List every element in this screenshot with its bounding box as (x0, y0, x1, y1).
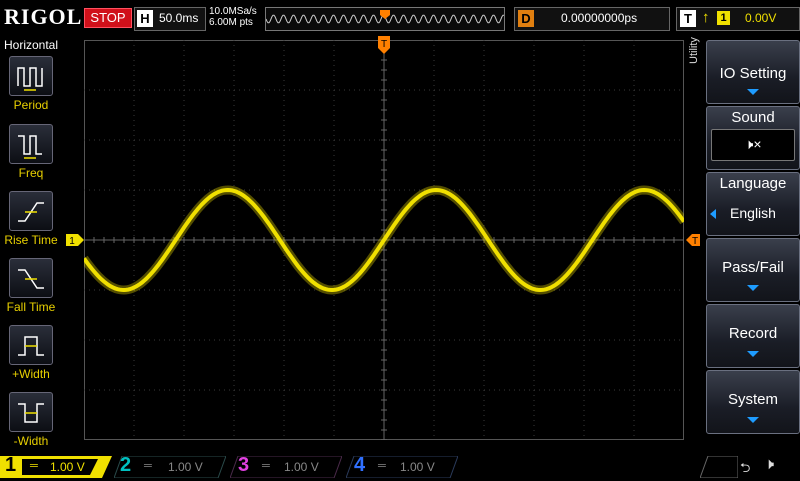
utility-softkey-panel: IO Setting Sound 🕨× Language English Pas… (702, 36, 800, 442)
measure-positive-width-button[interactable] (9, 325, 53, 365)
io-setting-expand-icon (747, 89, 759, 95)
system-expand-icon (747, 417, 759, 423)
speaker-muted-icon: 🕨 (764, 456, 775, 473)
rising-edge-icon: ↑ (702, 9, 710, 26)
utility-menu-title: Utility (688, 37, 700, 64)
sample-rate: 10.0MSa/s (209, 6, 257, 17)
channel3-scale: 1.00 V (284, 460, 319, 474)
measure-freq-label: Freq (18, 166, 44, 180)
language-label: Language (719, 175, 787, 192)
channel3-dc-coupling-icon: ═ (262, 460, 270, 472)
channel2-dc-coupling-icon: ═ (144, 460, 152, 472)
measure-panel: Horizontal Period Freq Rise Time Fall Ti… (0, 36, 62, 454)
channel2-scale: 1.00 V (168, 460, 203, 474)
measure-period-button[interactable] (9, 56, 53, 96)
memory-depth: 6.00M pts (209, 17, 253, 28)
sound-label: Sound (731, 109, 775, 126)
measure-fall-time-label: Fall Time (6, 300, 56, 314)
timebase-value: 50.0ms (159, 11, 199, 25)
pass-fail-label: Pass/Fail (722, 259, 784, 276)
measure-panel-title: Horizontal (3, 38, 59, 52)
io-setting-label: IO Setting (719, 65, 787, 82)
trigger-level: 0.00V (745, 11, 777, 25)
channel1-number: 1 (5, 454, 17, 476)
top-status-bar: RIGOL STOP H 50.0ms 10.0MSa/s 6.00M pts … (0, 0, 800, 36)
positive-width-icon (18, 336, 44, 356)
measure-positive-width-label: +Width (12, 367, 50, 381)
pass-fail-expand-icon (747, 285, 759, 291)
fall-time-icon (18, 269, 44, 289)
sound-button[interactable]: Sound 🕨× (706, 106, 800, 170)
svg-text:1: 1 (69, 236, 75, 246)
trigger-level-marker[interactable]: T (686, 234, 700, 246)
trigger-position-marker[interactable]: T (378, 36, 390, 54)
channel2-number: 2 (120, 454, 132, 476)
overview-waveform (265, 10, 504, 24)
usb-icon: ⮌ (740, 460, 751, 475)
channel1-scale: 1.00 V (50, 460, 85, 474)
system-button[interactable]: System (706, 370, 800, 434)
system-label: System (727, 391, 778, 408)
language-button[interactable]: Language English (706, 172, 800, 236)
channel4-dc-coupling-icon: ═ (378, 460, 386, 472)
language-value: English (730, 205, 776, 221)
waveform-display[interactable] (84, 40, 684, 440)
record-button[interactable]: Record (706, 304, 800, 368)
channel3-number: 3 (238, 454, 250, 476)
channel1-dc-coupling-icon: ═ (30, 460, 38, 472)
waveform-overview-bar (265, 7, 505, 31)
delay-letter: D (518, 10, 534, 27)
sound-value: 🕨× (711, 129, 795, 161)
frequency-icon (18, 135, 42, 159)
channel2-tab[interactable]: 2 ═ 1.00 V (114, 454, 226, 478)
channel3-tab[interactable]: 3 ═ 1.00 V (230, 454, 342, 478)
io-setting-button[interactable]: IO Setting (706, 40, 800, 104)
channel4-number: 4 (354, 454, 366, 476)
measure-fall-time-button[interactable] (9, 258, 53, 298)
delay-box[interactable]: D 0.00000000ps (514, 7, 670, 31)
measure-period-label: Period (13, 98, 49, 112)
trigger-box[interactable]: T ↑ 1 0.00V (676, 7, 800, 31)
channel4-scale: 1.00 V (400, 460, 435, 474)
measure-freq-button[interactable] (9, 124, 53, 164)
function-tab[interactable] (700, 456, 738, 478)
run-stop-status[interactable]: STOP (84, 8, 132, 28)
rise-time-icon (18, 202, 44, 222)
delay-value: 0.00000000ps (561, 11, 638, 25)
timebase-box[interactable]: H 50.0ms (134, 7, 206, 31)
horizontal-letter: H (137, 10, 153, 27)
channel-status-bar: 1 ═ 1.00 V 2 ═ 1.00 V 3 ═ 1.00 V 4 ═ 1.0… (0, 454, 800, 480)
measure-rise-time-label: Rise Time (4, 233, 58, 247)
channel4-tab[interactable]: 4 ═ 1.00 V (346, 454, 458, 478)
trigger-letter: T (680, 10, 696, 27)
record-label: Record (728, 325, 778, 342)
measure-negative-width-button[interactable] (9, 392, 53, 432)
rigol-logo: RIGOL (4, 4, 83, 29)
speaker-muted-icon: 🕨× (744, 136, 762, 152)
channel1-offset-marker[interactable]: 1 (66, 234, 84, 246)
trigger-source: 1 (717, 11, 730, 25)
graticule (84, 40, 684, 440)
measure-rise-time-button[interactable] (9, 191, 53, 231)
record-expand-icon (747, 351, 759, 357)
channel1-tab[interactable]: 1 ═ 1.00 V (0, 454, 112, 478)
period-icon (17, 67, 43, 91)
svg-text:T: T (381, 39, 387, 50)
negative-width-icon (18, 403, 44, 423)
pass-fail-button[interactable]: Pass/Fail (706, 238, 800, 302)
measure-negative-width-label: -Width (13, 434, 49, 448)
svg-text:T: T (692, 236, 698, 246)
